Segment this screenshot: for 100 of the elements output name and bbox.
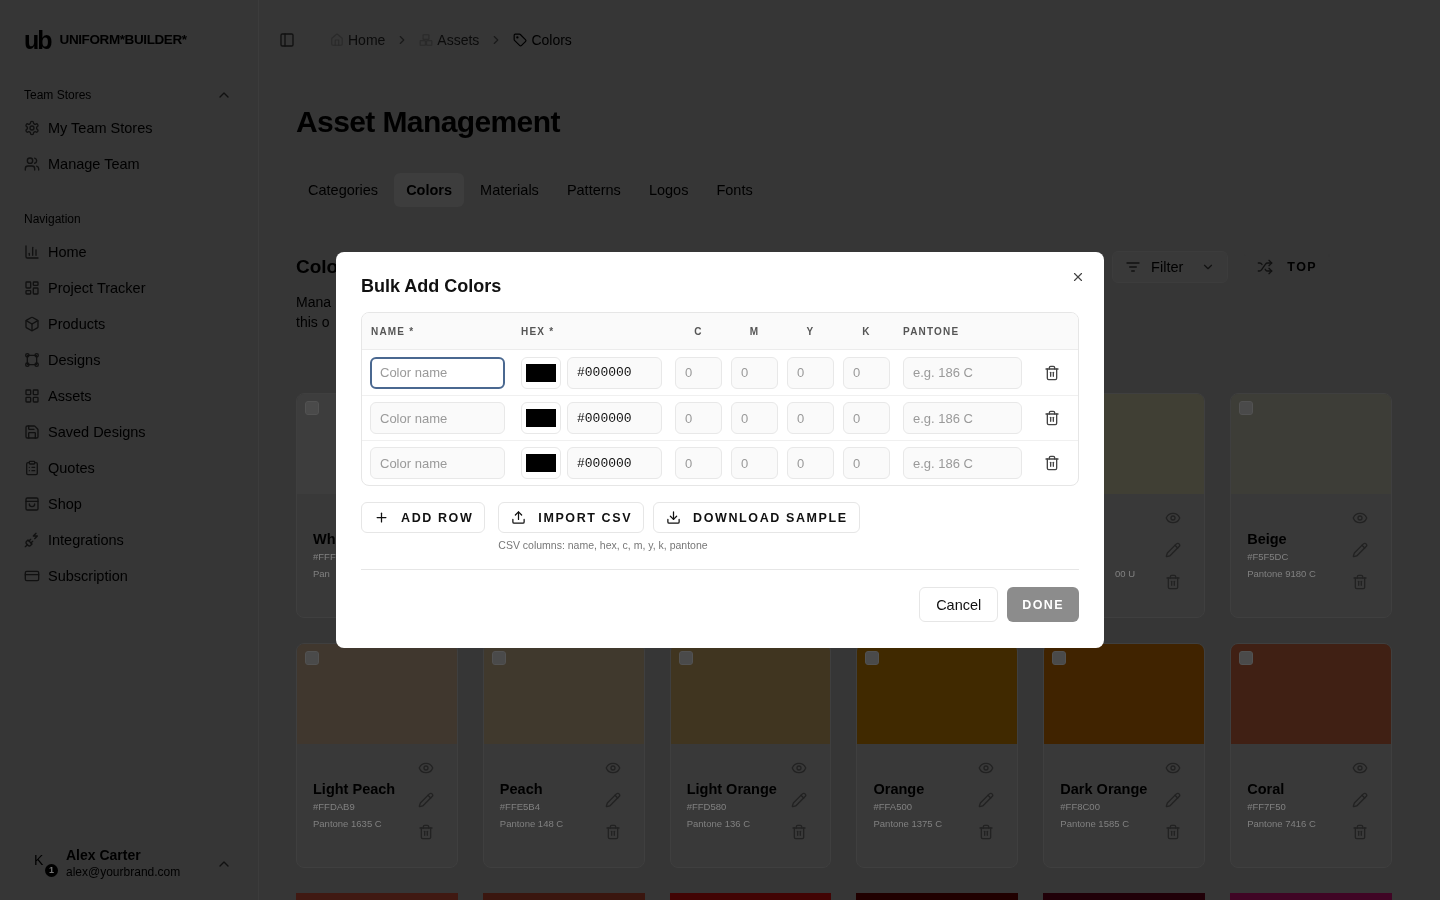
close-icon[interactable]: [1071, 270, 1085, 284]
pantone-input[interactable]: e.g. 186 C: [903, 402, 1022, 434]
cmyk-input[interactable]: 0: [675, 447, 722, 479]
column-header: PANTONE: [903, 325, 960, 337]
frame-icon: [24, 352, 40, 368]
checkbox[interactable]: [865, 651, 880, 665]
cmyk-input[interactable]: 0: [787, 447, 834, 479]
tab[interactable]: Colors: [394, 173, 465, 207]
users-icon: [24, 156, 40, 172]
hex-code: #FF7F50: [1247, 800, 1286, 814]
cmyk-input[interactable]: 0: [787, 402, 834, 434]
cmyk-input[interactable]: 0: [675, 356, 722, 389]
pencil-icon[interactable]: [1165, 542, 1182, 558]
pantone-code: Pantone 9180 C: [1247, 567, 1316, 581]
action-button[interactable]: DOWNLOAD SAMPLE: [653, 502, 860, 533]
trash-icon[interactable]: [1044, 364, 1060, 381]
trash-icon[interactable]: [1044, 455, 1060, 471]
pencil-icon[interactable]: [978, 792, 995, 808]
pencil-icon[interactable]: [791, 792, 808, 808]
pantone-code: 00 U: [1115, 567, 1136, 581]
trash-icon[interactable]: [1044, 410, 1060, 426]
cmyk-input[interactable]: 0: [731, 356, 778, 389]
pantone-input[interactable]: e.g. 186 C: [903, 356, 1022, 389]
color-name: Beige: [1247, 531, 1287, 548]
column-header: K: [861, 325, 872, 337]
hex-code: #FFDAB9: [313, 800, 355, 814]
cmyk-input[interactable]: 0: [731, 447, 778, 479]
column-header: NAME *: [370, 325, 416, 337]
checkbox[interactable]: [491, 651, 506, 665]
color-name: Dark Orange: [1060, 781, 1148, 798]
pantone-code: Pantone 1585 C: [1060, 817, 1129, 831]
color-name: Light Orange: [686, 781, 777, 798]
hex-code: #F5F5DC: [1247, 550, 1289, 564]
tag-icon: [513, 33, 528, 47]
pantone-code: Pan: [313, 567, 330, 581]
pencil-icon[interactable]: [1165, 792, 1182, 808]
box-icon: [24, 316, 40, 332]
cmyk-input[interactable]: 0: [843, 356, 890, 389]
clipboard-icon: [24, 460, 40, 476]
pantone-code: Pantone 148 C: [499, 817, 564, 831]
shuffle-icon: [1257, 259, 1274, 275]
sidebar-toggle-icon[interactable]: [279, 32, 295, 48]
hex-code: #FFE5B4: [499, 800, 540, 814]
checkbox[interactable]: [678, 651, 693, 665]
pantone-code: Pantone 1375 C: [873, 817, 943, 831]
pantone-code: Pantone 7416 C: [1247, 817, 1316, 831]
csv-hint: CSV columns: name, hex, c, m, y, k, pantone: [498, 538, 708, 552]
cancel-button[interactable]: Cancel: [919, 587, 999, 622]
hex-input[interactable]: #000000: [567, 402, 662, 434]
dashboard-icon: [24, 280, 40, 296]
color-name: Orange: [873, 781, 925, 798]
cmyk-input[interactable]: 0: [843, 402, 890, 434]
pencil-icon[interactable]: [1352, 542, 1368, 558]
hex-input[interactable]: #000000: [567, 447, 662, 479]
cmyk-input[interactable]: 0: [843, 447, 890, 479]
bar-chart-icon: [24, 244, 40, 260]
name-input[interactable]: Color name: [370, 356, 505, 389]
upload-icon: [511, 510, 527, 525]
color-picker-button[interactable]: [521, 356, 561, 389]
pencil-icon[interactable]: [417, 792, 434, 808]
column-header: M: [748, 325, 761, 337]
pantone-code: Pantone 1635 C: [313, 817, 382, 831]
plus-icon: [374, 510, 389, 525]
pencil-icon[interactable]: [604, 792, 621, 808]
checkbox[interactable]: [1239, 651, 1254, 665]
filter-icon: [1125, 259, 1142, 275]
shopping-bag-icon: [24, 496, 40, 512]
filter-button[interactable]: Filter: [1112, 251, 1229, 283]
hex-code: #FF8C00: [1060, 800, 1100, 814]
hex-code: #FFA500: [873, 800, 913, 814]
cmyk-input[interactable]: 0: [731, 402, 778, 434]
download-icon: [666, 510, 682, 525]
plug-icon: [24, 532, 40, 548]
hex-input[interactable]: #000000: [567, 356, 662, 389]
grid-icon: [24, 388, 40, 404]
dialog-title: Bulk Add Colors: [361, 275, 503, 298]
hex-code: #FFF: [313, 550, 336, 564]
color-picker-button[interactable]: [521, 402, 561, 434]
gear-icon: [24, 120, 40, 136]
checkbox[interactable]: [1052, 651, 1067, 665]
column-header: HEX *: [521, 325, 556, 337]
notification-badge: 1: [45, 863, 58, 877]
action-button[interactable]: IMPORT CSV: [498, 502, 645, 533]
color-name: Wh: [313, 531, 336, 548]
hex-code: #FFD580: [686, 800, 727, 814]
pantone-input[interactable]: e.g. 186 C: [903, 447, 1022, 479]
column-header: C: [693, 325, 704, 337]
column-header: Y: [805, 325, 816, 337]
checkbox[interactable]: [1239, 401, 1254, 415]
color-name: Light Peach: [313, 781, 396, 798]
pencil-icon[interactable]: [1352, 792, 1368, 808]
cmyk-input[interactable]: 0: [787, 356, 834, 389]
color-name: Coral: [1247, 781, 1285, 798]
checkbox[interactable]: [305, 651, 319, 665]
color-picker-button[interactable]: [521, 447, 561, 479]
action-button[interactable]: ADD ROW: [361, 502, 486, 533]
credit-card-icon: [24, 568, 40, 584]
cmyk-input[interactable]: 0: [675, 402, 722, 434]
color-name: Peach: [499, 781, 543, 798]
pantone-code: Pantone 136 C: [686, 817, 751, 831]
